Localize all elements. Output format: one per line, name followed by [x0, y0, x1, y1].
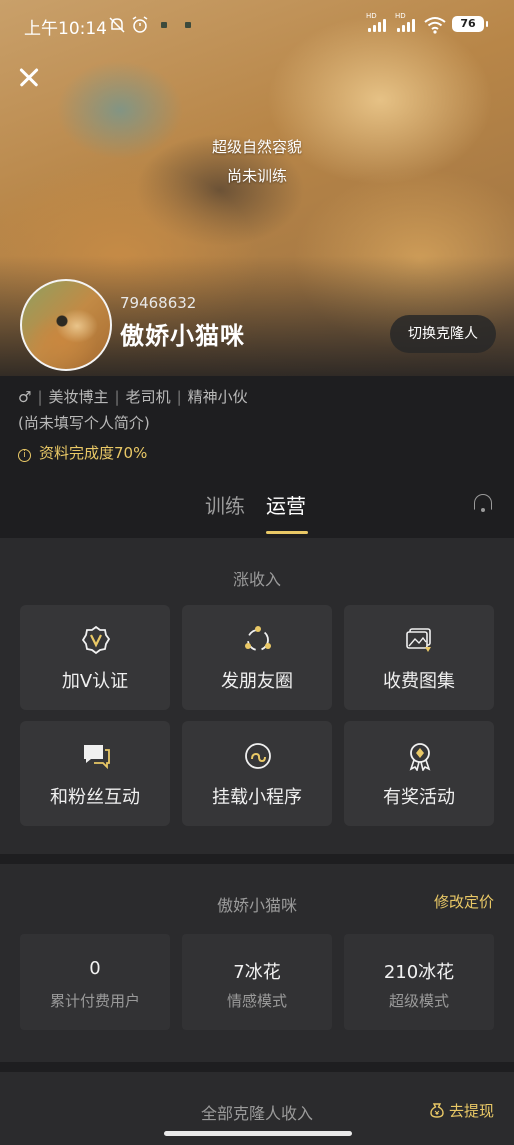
user-name: 傲娇小猫咪 [120, 322, 245, 350]
hd-label: HD [395, 12, 406, 20]
money-bag-icon [430, 1103, 444, 1118]
completion-text: 资料完成度70% [39, 444, 148, 462]
tab-training[interactable]: 训练 [205, 490, 245, 519]
award-icon [409, 743, 431, 771]
stat-label: 累计付费用户 [49, 992, 140, 1010]
wifi-icon [424, 16, 446, 38]
hd-label: HD [366, 12, 377, 20]
edit-price-button[interactable]: 修改定价 [434, 891, 494, 912]
mute-icon [108, 16, 126, 38]
status-time: 上午10:14 [24, 19, 107, 39]
card-label: 有奖活动 [383, 787, 455, 808]
battery-icon: 76 [452, 16, 488, 32]
mini-program-card[interactable]: 挂载小程序 [182, 721, 332, 826]
notification-dot-icon [161, 22, 167, 28]
stat-value: 7冰花 [233, 962, 281, 983]
stat-label: 超级模式 [388, 992, 449, 1010]
card-label: 加V认证 [61, 671, 129, 692]
appearance-mode-label: 超级自然容貌 [211, 138, 302, 156]
v-verification-card[interactable]: 加V认证 [20, 605, 170, 710]
card-label: 挂载小程序 [212, 787, 302, 808]
tag-item: 精神小伙 [187, 388, 248, 406]
user-id: 79468632 [120, 294, 197, 312]
gender-icon: ♂ [18, 388, 32, 406]
notification-dot-icon [185, 22, 191, 28]
paying-users-stat: 0 累计付费用户 [20, 934, 170, 1030]
v-badge-icon [81, 625, 111, 655]
income-panel: 涨收入 加V认证 发朋友圈 收费图集 和粉丝互动 挂载小程序 有奖活动 [0, 538, 514, 854]
withdraw-button[interactable]: 去提现 [429, 1100, 494, 1121]
home-indicator[interactable] [164, 1131, 352, 1136]
alarm-icon [131, 16, 149, 38]
stat-value: 210冰花 [383, 962, 455, 983]
moments-icon [245, 626, 271, 651]
fan-interaction-card[interactable]: 和粉丝互动 [20, 721, 170, 826]
tab-bar: 训练 运营 [0, 486, 514, 536]
tag-item: 老司机 [125, 388, 171, 406]
mini-program-icon [245, 743, 271, 769]
signal-icon: HD [395, 12, 417, 32]
super-mode-stat: 210冰花 超级模式 [344, 934, 494, 1030]
signal-icon: HD [366, 12, 388, 32]
profile-completion[interactable]: i 资料完成度70% [18, 442, 147, 463]
customer-service-icon[interactable] [472, 492, 494, 512]
profile-bio[interactable]: (尚未填写个人简介) [18, 412, 150, 433]
tab-operations[interactable]: 运营 [266, 490, 306, 519]
stat-label: 情感模式 [226, 992, 287, 1010]
active-tab-indicator [266, 531, 308, 534]
income-title: 涨收入 [232, 570, 281, 589]
training-status-label: 尚未训练 [226, 167, 287, 185]
chat-icon [84, 745, 110, 770]
switch-clone-button[interactable]: 切换克隆人 [390, 315, 496, 353]
info-icon: i [18, 449, 31, 462]
status-bar: 上午10:14 HD HD 76 [0, 10, 514, 42]
card-label: 发朋友圈 [221, 671, 293, 692]
tag-item: 美妆博主 [48, 388, 109, 406]
avatar[interactable] [20, 279, 112, 371]
stat-value: 0 [89, 958, 101, 979]
close-icon[interactable] [14, 62, 44, 92]
paid-gallery-card[interactable]: 收费图集 [344, 605, 494, 710]
reward-event-card[interactable]: 有奖活动 [344, 721, 494, 826]
card-label: 和粉丝互动 [50, 787, 140, 808]
withdraw-label: 去提现 [448, 1102, 494, 1120]
post-moments-card[interactable]: 发朋友圈 [182, 605, 332, 710]
emotion-mode-stat: 7冰花 情感模式 [182, 934, 332, 1030]
pricing-panel: 傲娇小猫咪 修改定价 0 累计付费用户 7冰花 情感模式 210冰花 超级模式 [0, 864, 514, 1062]
paid-gallery-icon [406, 628, 431, 652]
profile-tags[interactable]: ♂ | 美妆博主 | 老司机 | 精神小伙 [18, 386, 248, 407]
card-label: 收费图集 [383, 671, 455, 692]
